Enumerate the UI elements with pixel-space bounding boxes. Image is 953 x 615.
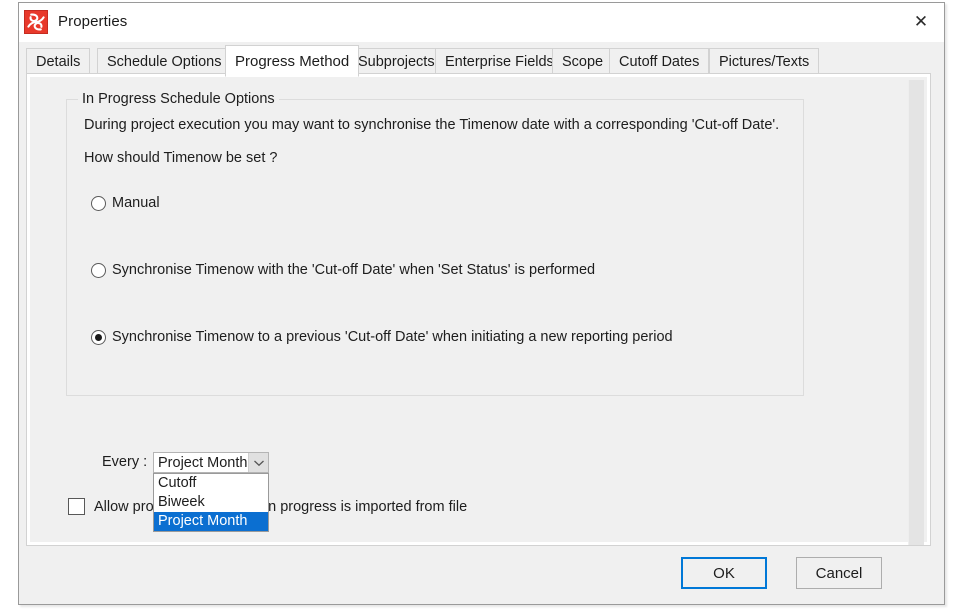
tab-label: Enterprise Fields	[445, 53, 554, 70]
tab-strip: Details Schedule Options Progress Method…	[26, 45, 931, 77]
close-icon[interactable]: ✕	[898, 3, 944, 42]
radio-sync-previous-cutoff[interactable]: Synchronise Timenow to a previous 'Cut-o…	[91, 329, 673, 345]
tab-cutoff-dates[interactable]: Cutoff Dates	[609, 48, 710, 74]
cancel-button-label: Cancel	[815, 564, 863, 582]
radio-indicator	[91, 195, 106, 211]
tab-label: Pictures/Texts	[719, 53, 810, 70]
tab-label: Schedule Options	[107, 53, 222, 70]
radio-indicator	[91, 329, 106, 345]
title-bar: Properties ✕	[19, 3, 944, 42]
group-title: In Progress Schedule Options	[78, 91, 279, 107]
tab-schedule-options[interactable]: Schedule Options	[97, 48, 232, 74]
radio-label: Synchronise Timenow to a previous 'Cut-o…	[112, 329, 673, 345]
window-title: Properties	[58, 13, 128, 30]
tab-progress-method[interactable]: Progress Method	[225, 45, 360, 77]
dropdown-option-biweek[interactable]: Biweek	[154, 493, 268, 512]
properties-dialog: Properties ✕ Details Schedule Options Pr…	[18, 2, 945, 605]
tab-subprojects[interactable]: Subprojects	[348, 48, 445, 74]
chevron-down-icon[interactable]	[248, 453, 268, 472]
tab-label: Details	[36, 53, 81, 70]
every-dropdown-list[interactable]: Cutoff Biweek Project Month	[153, 473, 269, 532]
dropdown-option-project-month[interactable]: Project Month	[154, 512, 268, 531]
group-description: During project execution you may want to…	[84, 117, 780, 133]
tab-label: Progress Method	[235, 52, 350, 70]
tab-label: Cutoff Dates	[619, 53, 700, 70]
group-question: How should Timenow be set ?	[84, 150, 278, 166]
radio-indicator	[91, 262, 106, 278]
every-combobox[interactable]: Project Month	[153, 452, 269, 473]
combobox-value: Project Month	[158, 455, 248, 471]
in-progress-schedule-options-group: In Progress Schedule Options	[66, 91, 804, 396]
radio-manual[interactable]: Manual	[91, 195, 160, 211]
panel-surface: In Progress Schedule Options During proj…	[30, 77, 927, 545]
checkbox-indicator	[68, 498, 85, 515]
ok-button-label: OK	[713, 564, 735, 582]
close-glyph: ✕	[913, 12, 929, 32]
tab-scope[interactable]: Scope	[552, 48, 614, 74]
radio-sync-on-set-status[interactable]: Synchronise Timenow with the 'Cut-off Da…	[91, 262, 595, 278]
dropdown-option-cutoff[interactable]: Cutoff	[154, 474, 268, 493]
tab-label: Scope	[562, 53, 604, 70]
ok-button[interactable]: OK	[681, 557, 767, 589]
tab-content-panel: In Progress Schedule Options During proj…	[26, 73, 931, 546]
every-label: Every :	[102, 454, 148, 470]
checkbox-label: Allow progress update when progress is i…	[94, 498, 468, 515]
tab-details[interactable]: Details	[26, 48, 91, 74]
tab-pictures-texts[interactable]: Pictures/Texts	[709, 48, 820, 74]
cancel-button[interactable]: Cancel	[796, 557, 882, 589]
screen: Properties ✕ Details Schedule Options Pr…	[0, 0, 953, 615]
tab-label: Subprojects	[358, 53, 435, 70]
radio-label: Manual	[112, 195, 160, 211]
tab-enterprise-fields[interactable]: Enterprise Fields	[435, 48, 564, 74]
app-logo-icon	[24, 10, 48, 34]
radio-label: Synchronise Timenow with the 'Cut-off Da…	[112, 262, 596, 278]
vertical-scrollbar[interactable]	[908, 80, 924, 545]
dialog-footer: OK Cancel	[19, 546, 944, 604]
dialog-body: Properties ✕ Details Schedule Options Pr…	[19, 3, 944, 604]
